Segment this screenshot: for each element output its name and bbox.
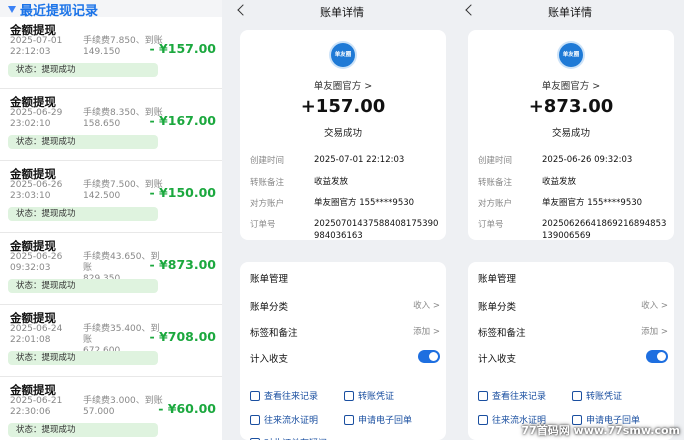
management-title: 账单管理 <box>250 274 289 285</box>
bill-action-link[interactable]: 查看往来记录 <box>478 389 546 402</box>
page-title: 账单详情 <box>548 6 592 19</box>
withdrawal-record[interactable]: 金额提现 2025-06-21 22:30:06 手续费3.000、到账 57.00… <box>0 377 222 440</box>
bill-category-row[interactable]: 账单分类 收入 > <box>250 299 440 313</box>
category-value: 收入 > <box>413 301 440 311</box>
field-value: 单友圈官方 155****9530 <box>542 198 643 208</box>
watermark: 77首码网 www.77smw.com <box>521 424 680 437</box>
record-amount: - ¥167.00 <box>149 113 216 128</box>
account-name-link[interactable]: 单友圈官方 > <box>468 78 674 92</box>
field-value: 2025-07-01 22:12:03 <box>314 155 405 165</box>
transaction-status: 交易成功 <box>551 128 590 139</box>
bill-action-link[interactable]: 查看往来记录 <box>250 389 318 402</box>
bill-amount: +873.00 <box>528 96 614 117</box>
tags-notes-row[interactable]: 标签和备注 添加 > <box>478 325 668 339</box>
field-value: 20250626641869216894853139006569 <box>542 219 667 241</box>
field-value: 20250701437588408175390984036163 <box>314 219 439 241</box>
field-label: 转账备注 <box>478 178 513 188</box>
field-label: 创建时间 <box>250 156 285 166</box>
transaction-status: 交易成功 <box>323 128 362 139</box>
withdrawal-list-panel: 最近提现记录 金额提现 2025-07-01 22:12:03 手续费7.850、… <box>0 0 222 440</box>
bill-management-card: 账单管理 账单分类 收入 > 标签和备注 添加 > 计入收支 查看往来记录 转账凭… <box>468 262 674 440</box>
field-label: 对方账户 <box>250 199 285 209</box>
bill-amount: +157.00 <box>300 96 386 117</box>
record-datetime: 2025-06-21 22:30:06 <box>10 396 63 417</box>
bill-detail-panel-1: 账单详情 单友圈 单友圈官方 > +157.00 交易成功 创建时间 2025-… <box>228 0 456 440</box>
tags-notes-row[interactable]: 标签和备注 添加 > <box>250 325 440 339</box>
withdrawal-record[interactable]: 金额提现 2025-07-01 22:12:03 手续费7.850、到账 149.1… <box>0 17 222 89</box>
field-value: 收益发放 <box>542 177 577 187</box>
account-logo: 单友圈 <box>559 43 583 67</box>
record-amount: - ¥873.00 <box>149 257 216 272</box>
record-status-badge: 状态：提现成功 <box>8 423 158 437</box>
record-datetime: 2025-06-24 22:01:08 <box>10 324 63 345</box>
record-status-badge: 状态：提现成功 <box>8 207 158 221</box>
bill-detail-panel-2: 账单详情 单友圈 单友圈官方 > +873.00 交易成功 创建时间 2025-… <box>456 0 684 440</box>
bill-management-card: 账单管理 账单分类 收入 > 标签和备注 添加 > 计入收支 查看往来记录 转账凭… <box>240 262 446 440</box>
document-icon <box>250 414 260 425</box>
account-name-link[interactable]: 单友圈官方 > <box>240 78 446 92</box>
category-value: 收入 > <box>641 301 668 311</box>
field-label: 订单号 <box>250 220 276 230</box>
withdrawal-record[interactable]: 金额提现 2025-06-29 23:02:10 手续费8.350、到账 158.6… <box>0 89 222 161</box>
record-datetime: 2025-06-29 23:02:10 <box>10 108 63 129</box>
record-status-badge: 状态：提现成功 <box>8 63 158 77</box>
bill-action-link[interactable]: 申请电子回单 <box>344 413 412 426</box>
account-logo: 单友圈 <box>331 43 355 67</box>
triangle-down-icon <box>8 6 16 13</box>
record-status-badge: 状态：提现成功 <box>8 279 158 293</box>
bill-summary-card: 单友圈 单友圈官方 > +157.00 交易成功 创建时间 2025-07-01… <box>240 30 446 241</box>
record-amount: - ¥157.00 <box>149 41 216 56</box>
record-datetime: 2025-07-01 22:12:03 <box>10 36 63 57</box>
field-label: 对方账户 <box>478 199 513 209</box>
field-value: 单友圈官方 155****9530 <box>314 198 415 208</box>
field-label: 转账备注 <box>250 178 285 188</box>
withdrawal-record[interactable]: 金额提现 2025-06-2609:32:03 手续费43.650、到账829.… <box>0 233 222 305</box>
record-amount: - ¥708.00 <box>149 329 216 344</box>
record-datetime: 2025-06-26 09:32:03 <box>10 252 63 273</box>
record-amount: - ¥60.00 <box>158 401 216 416</box>
bill-action-link[interactable]: 转账凭证 <box>344 389 394 402</box>
document-icon <box>250 390 260 401</box>
document-icon <box>344 414 354 425</box>
record-datetime: 2025-06-26 23:03:10 <box>10 180 63 201</box>
document-icon <box>478 414 488 425</box>
field-value: 收益发放 <box>314 177 349 187</box>
record-amount: - ¥150.00 <box>149 185 216 200</box>
record-fee: 手续费3.000、到账 57.000 <box>83 396 163 417</box>
field-value: 2025-06-26 09:32:03 <box>542 155 633 165</box>
include-in-stats-row: 计入收支 <box>250 350 440 365</box>
document-icon <box>478 390 488 401</box>
record-status-badge: 状态：提现成功 <box>8 351 158 365</box>
bill-action-link[interactable]: 往来流水证明 <box>250 413 318 426</box>
document-icon <box>344 390 354 401</box>
include-toggle[interactable] <box>418 350 440 363</box>
include-in-stats-row: 计入收支 <box>478 350 668 365</box>
withdrawal-record[interactable]: 金额提现 2025-06-26 23:03:10 手续费7.500、到账 142.5… <box>0 161 222 233</box>
tags-value: 添加 > <box>641 327 668 337</box>
document-icon <box>572 390 582 401</box>
bill-action-link[interactable]: 转账凭证 <box>572 389 622 402</box>
management-title: 账单管理 <box>478 274 517 285</box>
field-label: 订单号 <box>478 220 504 230</box>
header: 账单详情 <box>228 0 456 24</box>
page-title: 账单详情 <box>320 6 364 19</box>
tags-value: 添加 > <box>413 327 440 337</box>
bill-summary-card: 单友圈 单友圈官方 > +873.00 交易成功 创建时间 2025-06-26… <box>468 30 674 241</box>
field-label: 创建时间 <box>478 156 513 166</box>
bill-action-link[interactable]: 对此订单有疑问 <box>250 436 327 440</box>
include-toggle[interactable] <box>646 350 668 363</box>
withdrawal-record[interactable]: 金额提现 2025-06-2422:01:08 手续费35.400、到账672.… <box>0 305 222 377</box>
header: 账单详情 <box>456 0 684 24</box>
record-status-badge: 状态：提现成功 <box>8 135 158 149</box>
bill-category-row[interactable]: 账单分类 收入 > <box>478 299 668 313</box>
